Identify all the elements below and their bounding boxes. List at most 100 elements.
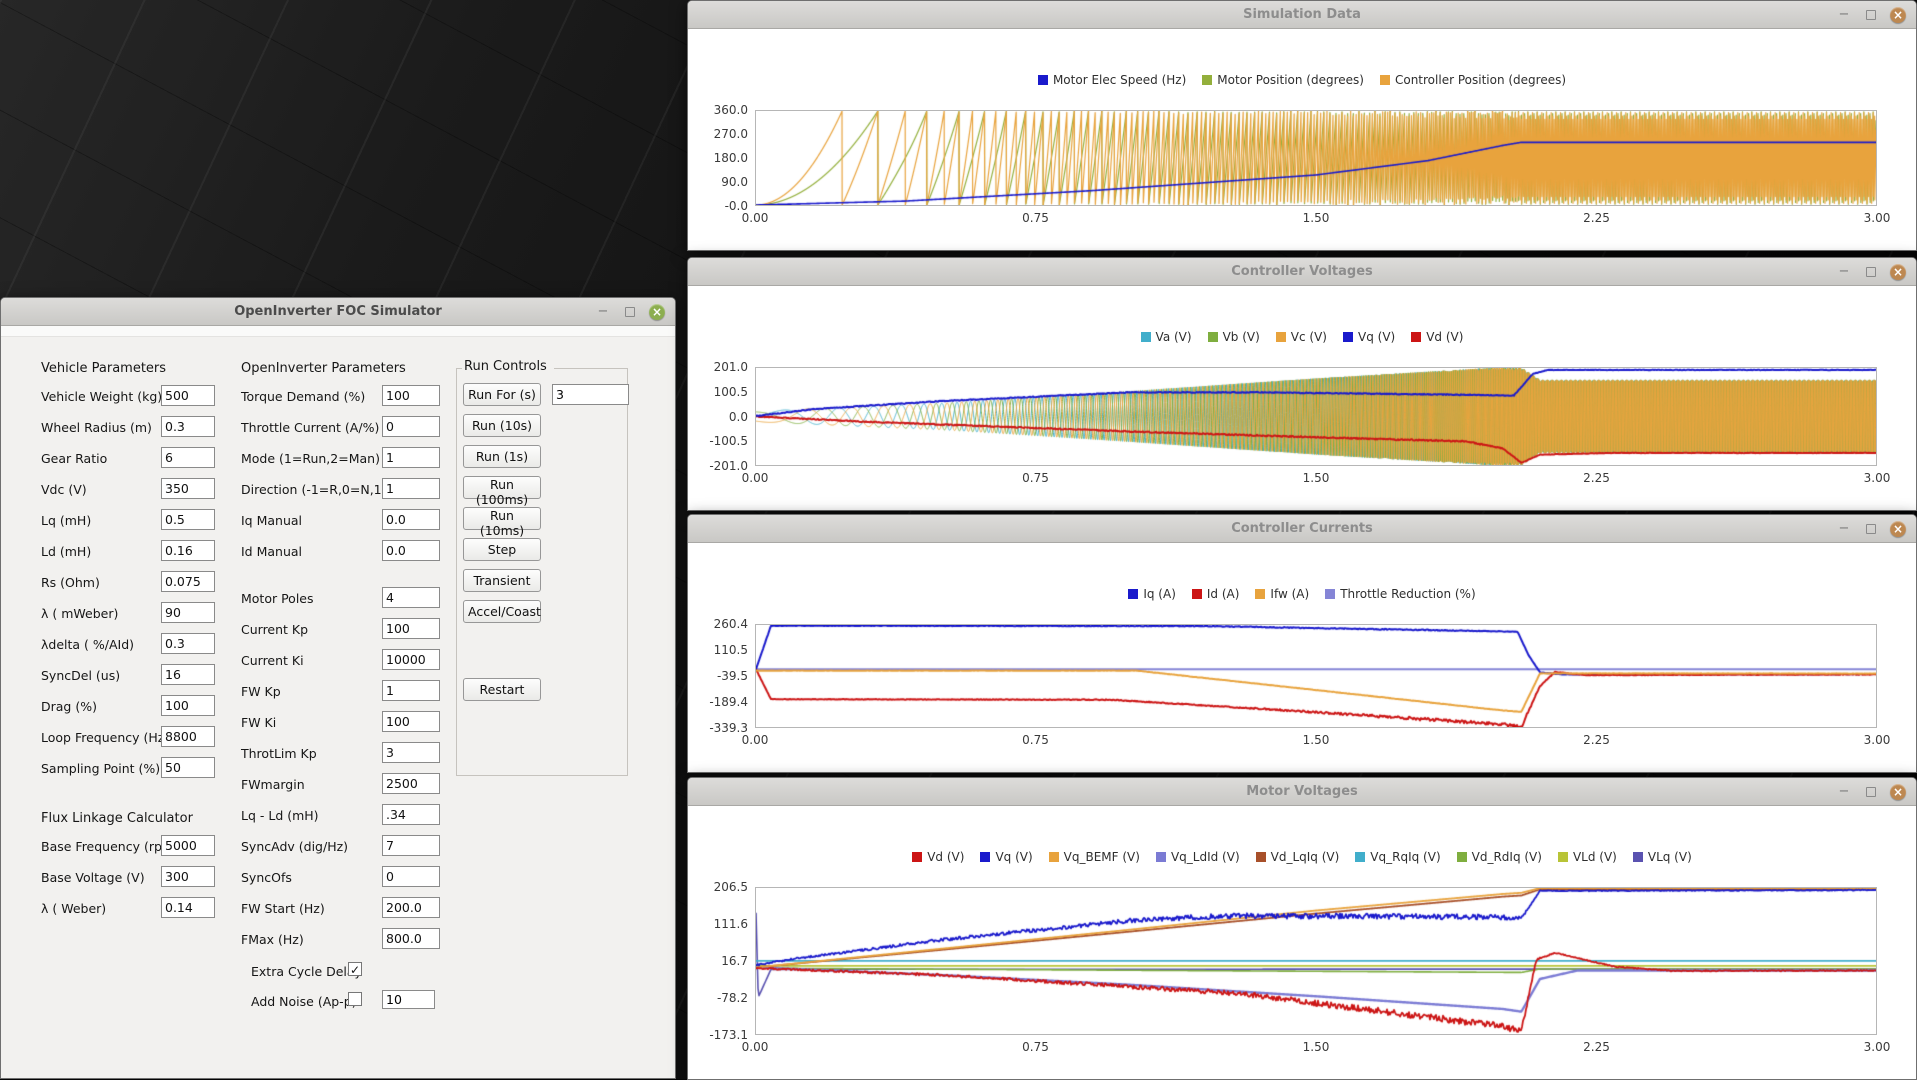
mode-1-run-2-man-label: Mode (1=Run,2=Man) <box>241 451 380 466</box>
legend-swatch <box>1411 332 1422 342</box>
param-row: Lq (mH) <box>41 508 215 539</box>
accel-coast-button[interactable]: Accel/Coast <box>463 600 541 623</box>
add-noise-ap-p-checkbox[interactable] <box>348 992 362 1006</box>
plot-area <box>755 367 1877 466</box>
chart-legend: Motor Elec Speed (Hz) Motor Position (deg… <box>688 72 1916 88</box>
ld-mh-input[interactable] <box>161 540 215 561</box>
chart-window-titlebar[interactable]: Motor Voltages − × <box>688 778 1916 806</box>
x-tick-label: 0.75 <box>1022 733 1049 747</box>
wheel-radius-m-input[interactable] <box>161 416 215 437</box>
button-row: Run (10s) <box>463 414 625 445</box>
base-frequency-rpm-input[interactable] <box>161 835 215 856</box>
minimize-button[interactable]: − <box>1836 264 1852 280</box>
fmax-hz-label: FMax (Hz) <box>241 932 304 947</box>
run-for-s-button[interactable]: Run For (s) <box>463 383 541 406</box>
current-ki-input[interactable] <box>382 649 440 670</box>
minimize-button[interactable]: − <box>595 304 611 320</box>
iq-manual-input[interactable] <box>382 509 440 530</box>
fw-kp-input[interactable] <box>382 680 440 701</box>
controller-voltages-window: Controller Voltages − × Va (V) Vb (V) Vc (V) V… <box>687 257 1917 511</box>
legend-label: Vq_RqIq (V) <box>1370 850 1441 864</box>
base-voltage-v-input[interactable] <box>161 866 215 887</box>
param-row: Current Ki <box>241 648 440 679</box>
x-axis-ticks: 0.00 0.75 1.50 2.25 3.00 <box>742 471 1891 488</box>
delta-aid-input[interactable] <box>161 633 215 654</box>
id-manual-input[interactable] <box>382 540 440 561</box>
torque-demand-input[interactable] <box>382 385 440 406</box>
minimize-icon: − <box>597 303 609 319</box>
chart-window-titlebar[interactable]: Simulation Data − × <box>688 1 1916 29</box>
param-row: Lq - Ld (mH) <box>241 803 440 834</box>
close-button[interactable]: × <box>1890 6 1906 23</box>
close-button[interactable]: × <box>1890 783 1906 800</box>
unmaximize-button[interactable] <box>622 304 638 320</box>
current-kp-input[interactable] <box>382 618 440 639</box>
param-row: FW Kp <box>241 679 440 710</box>
x-tick-label: 0.00 <box>741 733 769 747</box>
unmaximize-button[interactable] <box>1863 521 1879 537</box>
mweber-input[interactable] <box>161 602 215 623</box>
minimize-button[interactable]: − <box>1836 7 1852 23</box>
lq-ld-mh-input[interactable] <box>382 804 440 825</box>
y-tick-label: 201.0 <box>713 360 748 374</box>
syncdel-us-input[interactable] <box>161 664 215 685</box>
minimize-button[interactable]: − <box>1836 784 1852 800</box>
lq-ld-mh-label: Lq - Ld (mH) <box>241 808 319 823</box>
run-controls-column: Run Controls Run For (s) Run (10s) Run (1s)… <box>456 337 629 1018</box>
restart-button[interactable]: Restart <box>463 678 541 701</box>
throttle-current-a-input[interactable] <box>382 416 440 437</box>
close-icon: × <box>1892 264 1904 279</box>
param-row: λ ( Weber) <box>41 896 215 927</box>
run-10ms-button[interactable]: Run (10ms) <box>463 507 541 538</box>
minimize-button[interactable]: − <box>1836 521 1852 537</box>
drag-input[interactable] <box>161 695 215 716</box>
close-button[interactable]: × <box>1890 520 1906 537</box>
run-for-s-input[interactable] <box>552 384 629 405</box>
vdc-v-input[interactable] <box>161 478 215 499</box>
fw-start-hz-input[interactable] <box>382 897 440 918</box>
foc-window-titlebar[interactable]: OpenInverter FOC Simulator − × <box>1 298 675 326</box>
run-10s-button[interactable]: Run (10s) <box>463 414 541 437</box>
y-tick-label: -39.5 <box>716 669 748 683</box>
lq-mh-input[interactable] <box>161 509 215 530</box>
param-row: Direction (-1=R,0=N,1=F) <box>241 477 440 508</box>
legend-item-vd-lqiq-v: Vd_LqIq (V) <box>1255 850 1339 864</box>
loop-frequency-hz-input[interactable] <box>161 726 215 747</box>
syncadv-dig-hz-input[interactable] <box>382 835 440 856</box>
fw-ki-input[interactable] <box>382 711 440 732</box>
extra-cycle-delay-checkbox[interactable]: ✓ <box>348 962 362 977</box>
vehicle-weight-kg-input[interactable] <box>161 385 215 406</box>
x-tick-label: 3.00 <box>1863 733 1891 747</box>
fmax-hz-input[interactable] <box>382 928 440 949</box>
x-tick-label: 1.50 <box>1302 733 1330 747</box>
weber-input[interactable] <box>161 897 215 918</box>
rs-ohm-input[interactable] <box>161 571 215 592</box>
add-noise-ap-p-input[interactable] <box>382 990 435 1009</box>
chart-window-titlebar[interactable]: Controller Currents − × <box>688 515 1916 543</box>
sampling-point-input[interactable] <box>161 757 215 778</box>
unmaximize-button[interactable] <box>1863 7 1879 23</box>
chart-window-title: Controller Currents <box>1231 521 1373 536</box>
run-100ms-button[interactable]: Run (100ms) <box>463 476 541 507</box>
vehicle-parameters-column: Vehicle Parameters Vehicle Weight (kg) Whe… <box>41 337 215 1018</box>
step-button[interactable]: Step <box>463 538 541 561</box>
param-row: Rs (Ohm) <box>41 570 215 601</box>
close-button[interactable]: × <box>649 303 665 320</box>
chart-window-titlebar[interactable]: Controller Voltages − × <box>688 258 1916 286</box>
syncofs-input[interactable] <box>382 866 440 887</box>
mode-1-run-2-man-input[interactable] <box>382 447 440 468</box>
unmaximize-button[interactable] <box>1863 784 1879 800</box>
run-1s-button[interactable]: Run (1s) <box>463 445 541 468</box>
param-row: Base Frequency (rpm) <box>41 834 215 865</box>
close-button[interactable]: × <box>1890 263 1906 280</box>
transient-button[interactable]: Transient <box>463 569 541 592</box>
direction-1-r-0-n-1-f-input[interactable] <box>382 478 440 499</box>
motor-poles-input[interactable] <box>382 587 440 608</box>
fwmargin-input[interactable] <box>382 773 440 794</box>
legend-swatch <box>1632 852 1643 862</box>
gear-ratio-input[interactable] <box>161 447 215 468</box>
param-row: λ ( mWeber) <box>41 601 215 632</box>
legend-swatch <box>1325 589 1336 599</box>
unmaximize-button[interactable] <box>1863 264 1879 280</box>
throtlim-kp-input[interactable] <box>382 742 440 763</box>
